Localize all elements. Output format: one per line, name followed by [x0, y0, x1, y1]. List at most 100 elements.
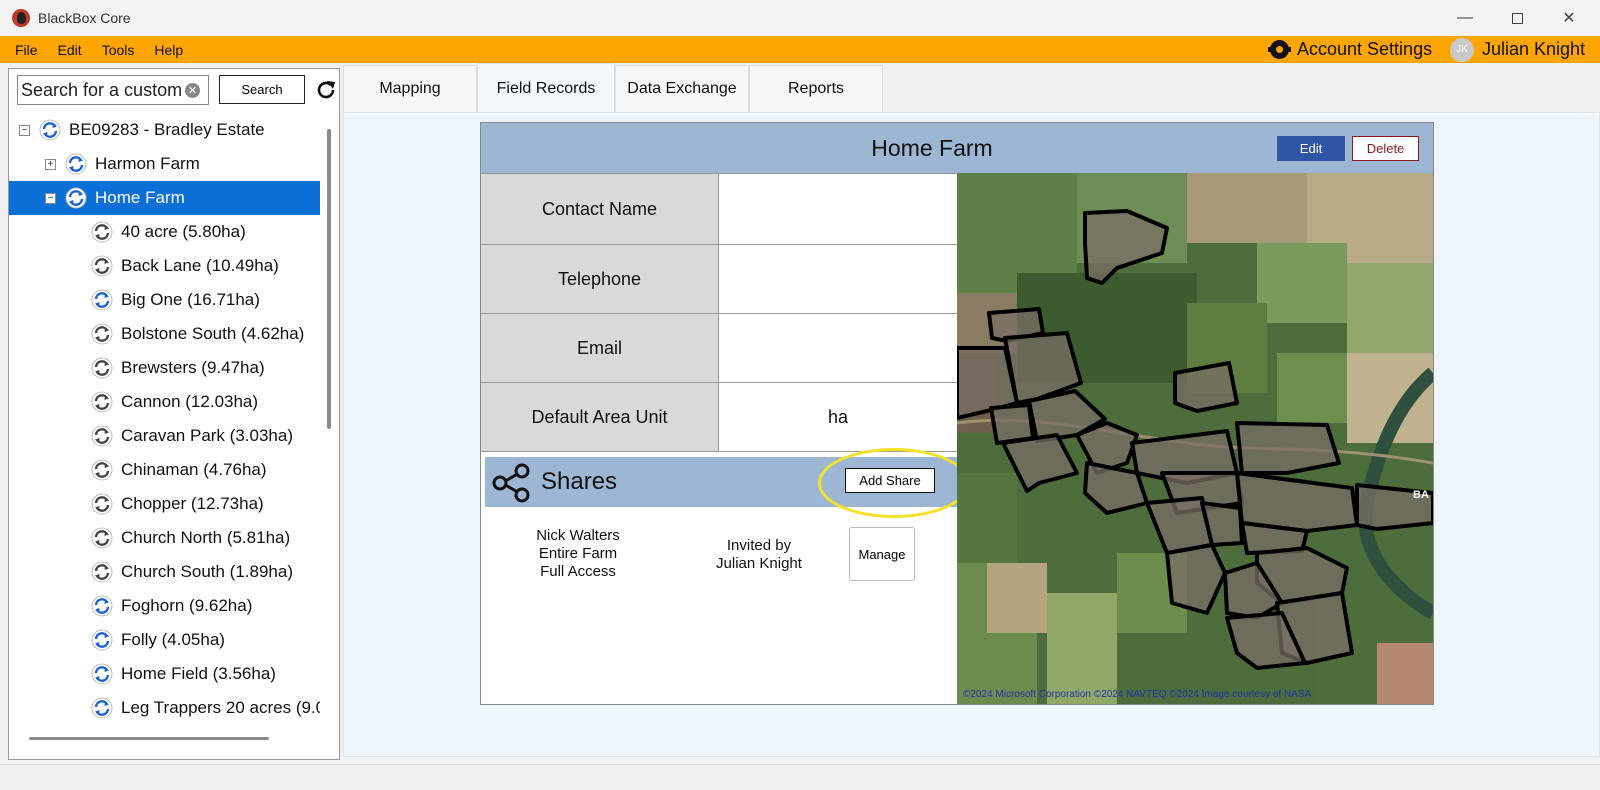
- tree-item-field[interactable]: Foghorn (9.62ha): [9, 589, 320, 623]
- search-input[interactable]: [21, 79, 181, 101]
- map-place-label: BA: [1413, 489, 1429, 501]
- user-menu[interactable]: JK Julian Knight: [1450, 36, 1585, 63]
- delete-button[interactable]: Delete: [1352, 136, 1419, 161]
- share-icon: [492, 463, 530, 503]
- record-title: Home Farm: [871, 134, 993, 161]
- menu-tools[interactable]: Tools: [102, 42, 135, 58]
- tree-item-label: Leg Trappers 20 acres (9.0: [121, 698, 320, 717]
- clear-search-icon[interactable]: ✕: [185, 82, 200, 98]
- default-area-unit-label: Default Area Unit: [481, 382, 719, 452]
- highlight-ring: [818, 448, 970, 518]
- tab-mapping[interactable]: Mapping: [343, 65, 477, 112]
- tree-item-farm[interactable]: + Harmon Farm: [9, 147, 320, 181]
- tree-item-field[interactable]: Cannon (12.03ha): [9, 385, 320, 419]
- tree-item-field[interactable]: Home Field (3.56ha): [9, 657, 320, 691]
- tree-item-label: Foghorn (9.62ha): [121, 596, 253, 615]
- sync-icon: [65, 187, 87, 209]
- share-inviter-name: Julian Knight: [716, 555, 802, 572]
- edit-button[interactable]: Edit: [1277, 136, 1345, 161]
- email-value: [719, 313, 957, 382]
- sync-icon: [91, 289, 113, 311]
- sync-icon: [91, 493, 113, 515]
- tree-item-label: Harmon Farm: [95, 154, 200, 173]
- gear-icon: [1268, 40, 1291, 59]
- email-label: Email: [481, 313, 719, 382]
- tab-field-records[interactable]: Field Records: [477, 63, 615, 113]
- sync-icon: [91, 323, 113, 345]
- tree-item-field[interactable]: Chopper (12.73ha): [9, 487, 320, 521]
- tree-item-field[interactable]: Leg Trappers 20 acres (9.0: [9, 691, 320, 725]
- tree-item-field[interactable]: Big One (16.71ha): [9, 283, 320, 317]
- sync-icon: [91, 595, 113, 617]
- user-name: Julian Knight: [1482, 39, 1586, 59]
- tree-item-label: Brewsters (9.47ha): [121, 358, 265, 377]
- sync-icon: [39, 119, 61, 141]
- tree-item-label: Home Farm: [95, 188, 185, 207]
- share-access-level: Full Access: [540, 563, 616, 580]
- tab-reports[interactable]: Reports: [749, 65, 883, 112]
- tree-item-field[interactable]: Church North (5.81ha): [9, 521, 320, 555]
- contact-name-label: Contact Name: [481, 173, 719, 244]
- refresh-icon[interactable]: [314, 78, 338, 102]
- tree-item-field[interactable]: Brewsters (9.47ha): [9, 351, 320, 385]
- tree-item-label: Big One (16.71ha): [121, 290, 260, 309]
- tree-item-field[interactable]: Bolstone South (4.62ha): [9, 317, 320, 351]
- tree-item-label: 40 acre (5.80ha): [121, 222, 246, 241]
- tree-item-field[interactable]: Chinaman (4.76ha): [9, 453, 320, 487]
- share-user-name: Nick Walters: [536, 527, 620, 544]
- customer-tree: − BE09283 - Bradley Estate + Harmon Farm − Ho…: [9, 113, 320, 737]
- tree-expander-icon[interactable]: −: [45, 193, 56, 204]
- status-bar: [0, 764, 1600, 790]
- sync-icon: [91, 425, 113, 447]
- maximize-button[interactable]: [1494, 0, 1540, 36]
- tree-item-field[interactable]: Church South (1.89ha): [9, 555, 320, 589]
- shares-title: Shares: [541, 468, 618, 495]
- tree-item-field[interactable]: 40 acre (5.80ha): [9, 215, 320, 249]
- sync-icon: [91, 255, 113, 277]
- tree-item-label: Church South (1.89ha): [121, 562, 293, 581]
- sync-icon: [91, 663, 113, 685]
- account-settings-label: Account Settings: [1297, 39, 1433, 59]
- default-area-unit-value: ha: [719, 382, 957, 452]
- tree-item-label: BE09283 - Bradley Estate: [69, 120, 265, 139]
- map-attribution: ©2024 Microsoft Corporation ©2024 NAVTEQ…: [963, 689, 1312, 700]
- sync-icon: [91, 459, 113, 481]
- tab-data-exchange[interactable]: Data Exchange: [615, 65, 749, 112]
- tree-horizontal-scrollbar[interactable]: [29, 737, 269, 740]
- share-entry-details: Nick Walters Entire Farm Full Access: [511, 527, 645, 581]
- tree-vertical-scrollbar[interactable]: [327, 129, 331, 429]
- sync-icon: [91, 629, 113, 651]
- avatar: JK: [1450, 37, 1474, 62]
- sync-icon: [91, 357, 113, 379]
- menu-edit[interactable]: Edit: [58, 42, 82, 58]
- tree-item-field[interactable]: Caravan Park (3.03ha): [9, 419, 320, 453]
- tree-item-label: Caravan Park (3.03ha): [121, 426, 293, 445]
- main-panel: Mapping Field Records Data Exchange Repo…: [343, 63, 1600, 760]
- search-box: ✕: [17, 75, 209, 105]
- title-bar: BlackBox Core — ✕: [0, 0, 1600, 36]
- window-title: BlackBox Core: [38, 10, 131, 26]
- account-settings-button[interactable]: Account Settings: [1268, 36, 1433, 63]
- farm-map[interactable]: BA ©2024 Microsoft Corporation ©2024 NAV…: [957, 173, 1433, 704]
- close-button[interactable]: ✕: [1546, 0, 1592, 36]
- share-inviter: Invited by Julian Knight: [689, 537, 829, 573]
- share-scope: Entire Farm: [538, 545, 618, 562]
- satellite-imagery: [957, 173, 1433, 704]
- tree-item-farm[interactable]: − Home Farm: [9, 181, 320, 215]
- menu-help[interactable]: Help: [154, 42, 183, 58]
- tree-item-field[interactable]: Back Lane (10.49ha): [9, 249, 320, 283]
- sync-icon: [91, 527, 113, 549]
- tree-item-label: Bolstone South (4.62ha): [121, 324, 305, 343]
- tree-expander-icon[interactable]: +: [45, 159, 56, 170]
- share-invited-by-label: Invited by: [726, 537, 792, 554]
- tree-item-label: Home Field (3.56ha): [121, 664, 276, 683]
- sync-icon: [91, 561, 113, 583]
- tree-expander-icon[interactable]: −: [19, 125, 30, 136]
- manage-share-button[interactable]: Manage: [849, 527, 915, 581]
- tree-item-field[interactable]: Folly (4.05ha): [9, 623, 320, 657]
- search-button[interactable]: Search: [219, 75, 305, 104]
- minimize-button[interactable]: —: [1442, 0, 1488, 36]
- tree-item-estate[interactable]: − BE09283 - Bradley Estate: [9, 113, 320, 147]
- menu-file[interactable]: File: [15, 42, 38, 58]
- field-records-content: Home Farm Edit Delete Contact Name Telep…: [343, 112, 1600, 757]
